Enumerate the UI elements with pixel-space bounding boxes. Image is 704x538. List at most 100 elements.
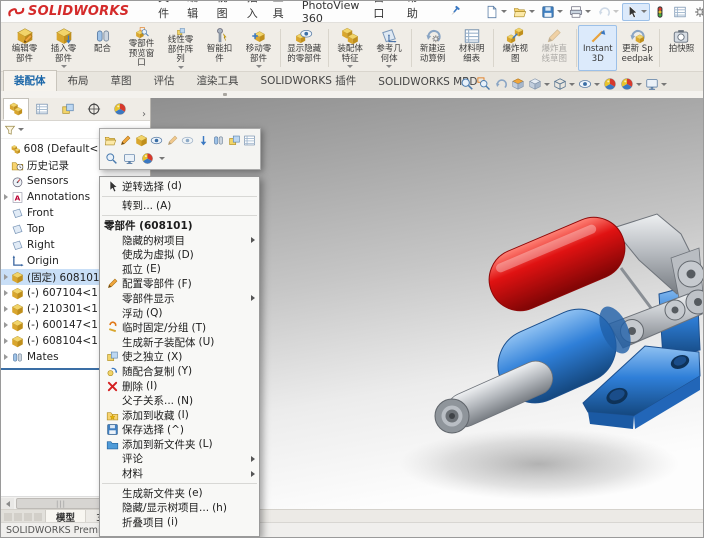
edit-part-icon[interactable] xyxy=(119,132,134,149)
panel-expand-arrow-icon[interactable]: › xyxy=(142,109,146,120)
suppress-icon[interactable] xyxy=(165,132,180,149)
history-folder-icon xyxy=(11,159,24,172)
ribbon-exploded-view-button[interactable]: 爆炸视图 xyxy=(496,25,535,71)
zoom-fit-icon[interactable] xyxy=(459,76,475,92)
new-document-button[interactable] xyxy=(482,3,510,21)
insert-below-icon[interactable] xyxy=(196,132,211,149)
view-settings-icon[interactable] xyxy=(644,76,668,92)
tab-sketch[interactable]: 草图 xyxy=(100,70,143,91)
ribbon-take-snapshot-button[interactable]: 拍快照 xyxy=(662,25,701,71)
menu-item-hidden-tree-items[interactable]: 隐藏的树项目 xyxy=(100,233,259,248)
menu-item-temporary-fix[interactable]: 临时固定/分组(T) xyxy=(100,320,259,335)
zoom-to-selection-icon[interactable] xyxy=(103,150,120,167)
dropdown-caret-icon[interactable] xyxy=(347,65,353,68)
ribbon-linear-pattern-button[interactable]: 线性零部件阵列 xyxy=(161,25,200,71)
menu-item-hide-show-tree-items[interactable]: 隐藏/显示树项目...(h) xyxy=(100,500,259,515)
open-button[interactable] xyxy=(510,3,538,21)
ribbon-edit-component-button[interactable]: 编辑零部件 xyxy=(5,25,44,71)
save-button[interactable] xyxy=(538,3,566,21)
ribbon-component-preview-button[interactable]: 零部件预览窗口 xyxy=(122,25,161,71)
dropdown-caret-icon[interactable] xyxy=(178,66,184,69)
dropdown-caret-icon[interactable] xyxy=(61,65,67,68)
menu-item-form-new-subassembly[interactable]: 生成新子装配体(U) xyxy=(100,335,259,350)
ribbon-collapse-handle[interactable] xyxy=(223,93,227,96)
section-view-icon[interactable] xyxy=(510,76,526,92)
configurationmanager-tab[interactable] xyxy=(55,98,81,120)
zoom-area-icon[interactable] xyxy=(476,76,492,92)
scrollbar-thumb[interactable]: ||| xyxy=(16,498,106,509)
dropdown-caret-icon[interactable] xyxy=(256,65,262,68)
undo-button[interactable] xyxy=(594,3,622,21)
menu-item-make-virtual[interactable]: 使成为虚拟(D) xyxy=(100,247,259,262)
menu-item-collapse-items[interactable]: 折叠项目(i) xyxy=(100,515,259,530)
menu-item-component-display[interactable]: 零部件显示 xyxy=(100,291,259,306)
mate-icon[interactable] xyxy=(212,132,227,149)
tab-layout[interactable]: 布局 xyxy=(57,70,100,91)
pin-icon[interactable] xyxy=(445,3,464,20)
ribbon-insert-components-button[interactable]: 插入零部件 xyxy=(44,25,83,71)
menu-item-material[interactable]: 材料 xyxy=(100,466,259,481)
component-preview-icon[interactable] xyxy=(150,132,165,149)
filter-caret-icon[interactable] xyxy=(18,128,24,131)
hide-component-icon[interactable] xyxy=(181,132,196,149)
menu-item-isolate[interactable]: 孤立(E) xyxy=(100,262,259,277)
displaymanager-tab[interactable] xyxy=(107,98,133,120)
ribbon-move-component-button[interactable]: 移动零部件 xyxy=(239,25,278,71)
component-properties-icon[interactable] xyxy=(243,132,258,149)
options-gear-button[interactable] xyxy=(690,3,704,21)
ribbon-new-motion-study-button[interactable]: 新建运动算例 xyxy=(413,25,452,71)
menu-item-make-independent[interactable]: 使之独立(X) xyxy=(100,350,259,365)
propertymanager-tab[interactable] xyxy=(29,98,55,120)
menu-item-create-new-folder[interactable]: 生成新文件夹(e) xyxy=(100,486,259,501)
previous-view-icon[interactable] xyxy=(493,76,509,92)
ribbon-mate-button[interactable]: 配合 xyxy=(83,25,122,71)
rebuild-stoplight-button[interactable] xyxy=(650,3,670,21)
print-button[interactable] xyxy=(566,3,594,21)
filter-funnel-icon[interactable] xyxy=(4,123,16,136)
edit-appearance-icon[interactable] xyxy=(602,76,618,92)
tab-render-tools[interactable]: 渲染工具 xyxy=(186,70,250,91)
menu-item-configure-component[interactable]: 配置零部件(F) xyxy=(100,277,259,292)
tab-solidworks-addins[interactable]: SOLIDWORKS 插件 xyxy=(250,70,368,91)
tab-assembly[interactable]: 装配体 xyxy=(3,70,57,91)
menu-item-float[interactable]: 浮动(Q) xyxy=(100,306,259,321)
ribbon-update-speedpak-button[interactable]: 更新 Speedpak xyxy=(617,25,657,71)
hide-show-items-icon[interactable] xyxy=(577,76,601,92)
ribbon-reference-geometry-button[interactable]: 参考几何体 xyxy=(370,25,409,71)
view-orientation-icon[interactable] xyxy=(527,76,551,92)
menu-item-delete[interactable]: 删除(I) xyxy=(100,379,259,394)
open-part-icon[interactable] xyxy=(103,132,118,149)
apply-scene-icon[interactable] xyxy=(619,76,643,92)
menu-item-add-to-favorites[interactable]: 添加到收藏(I) xyxy=(100,408,259,423)
copy-icon[interactable] xyxy=(227,132,242,149)
properties-window-icon[interactable] xyxy=(121,150,138,167)
select-cursor-button[interactable] xyxy=(622,3,650,21)
ribbon-assembly-features-button[interactable]: 装配体特征 xyxy=(331,25,370,71)
tab-evaluate[interactable]: 评估 xyxy=(143,70,186,91)
part-icon xyxy=(11,271,24,284)
scroll-left-icon[interactable] xyxy=(1,498,14,510)
make-virtual-icon[interactable] xyxy=(134,132,149,149)
ribbon-divider xyxy=(493,29,494,67)
ribbon-explode-line-sketch-button[interactable]: 爆炸直线草图 xyxy=(535,25,574,71)
featuremanager-tab[interactable] xyxy=(3,98,29,120)
ribbon-divider xyxy=(328,29,329,67)
menu-item-save-selection[interactable]: 保存选择(^) xyxy=(100,423,259,438)
display-style-icon[interactable] xyxy=(552,76,576,92)
ribbon-smart-fasteners-button[interactable]: 智能扣件 xyxy=(200,25,239,71)
menu-item-parent-child[interactable]: 父子关系...(N) xyxy=(100,393,259,408)
task-pane-list-button[interactable] xyxy=(670,3,690,21)
menu-item-copy-with-mates[interactable]: 随配合复制(Y) xyxy=(100,364,259,379)
ribbon-instant3d-button[interactable]: Instant3D xyxy=(578,25,617,71)
toolbar-caret-icon[interactable] xyxy=(159,157,165,160)
menu-item-go-to[interactable]: 转到...(A) xyxy=(100,199,259,214)
dropdown-caret-icon[interactable] xyxy=(386,65,392,68)
menu-item-invert-selection[interactable]: 逆转选择(d) xyxy=(100,179,259,194)
ribbon-bill-of-materials-button[interactable]: 材料明细表 xyxy=(452,25,491,71)
appearance-icon[interactable] xyxy=(139,150,156,167)
menu-item-comment[interactable]: 评论 xyxy=(100,452,259,467)
menu-item-add-to-new-folder[interactable]: 添加到新文件夹(L) xyxy=(100,437,259,452)
ribbon-show-hidden-components-button[interactable]: 显示隐藏的零部件 xyxy=(283,25,327,71)
dimxpertmanager-tab[interactable] xyxy=(81,98,107,120)
new-folder-icon xyxy=(102,438,122,451)
